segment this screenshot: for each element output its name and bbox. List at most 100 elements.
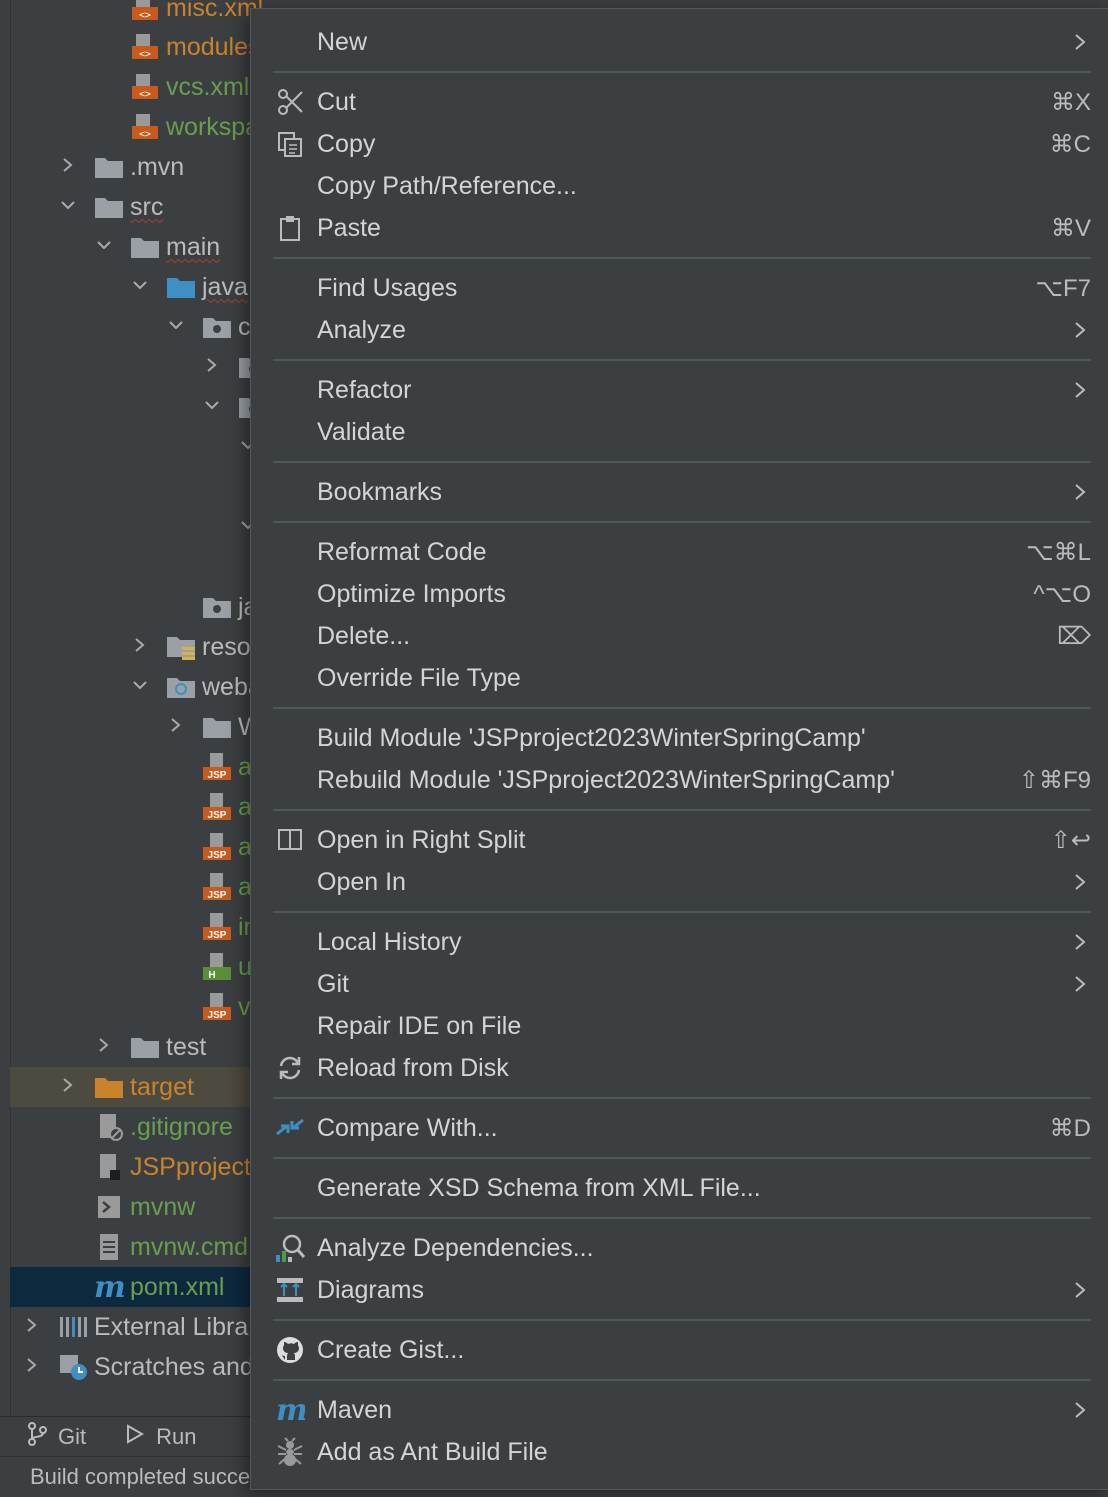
menu-item-generate-xsd[interactable]: Generate XSD Schema from XML File... [251,1167,1108,1209]
menu-item-bookmarks[interactable]: Bookmarks [251,471,1108,513]
tree-row-main[interactable]: main [130,227,220,267]
menu-item-label: Reload from Disk [317,1053,509,1082]
menu-item-rebuild-module[interactable]: Rebuild Module 'JSPproject2023WinterSpri… [251,759,1108,801]
chevron-right-icon[interactable] [25,1318,39,1332]
chevron-down-icon[interactable] [61,198,75,212]
chevron-right-icon[interactable] [61,1078,75,1092]
tree-row-test[interactable]: test [130,1027,206,1067]
menu-item-analyze-dependencies[interactable]: Analyze Dependencies... [251,1227,1108,1269]
tree-row-jsp-file[interactable]: JSP v [202,987,251,1027]
menu-item-create-gist[interactable]: Create Gist... [251,1329,1108,1371]
folder-icon [94,192,124,222]
menu-item-label: Copy [317,129,376,158]
tree-row-html-file[interactable]: H u [202,947,252,987]
play-icon [126,1424,145,1450]
tree-row-jsp-file[interactable]: JSP a [202,867,252,907]
tree-row-iml[interactable]: JSPproject [94,1147,251,1187]
tree-label: java [202,272,248,301]
submenu-arrow-icon [1073,872,1087,892]
chevron-down-icon[interactable] [133,678,147,692]
menu-item-override-file-type[interactable]: Override File Type [251,657,1108,699]
menu-separator [273,809,1091,811]
menu-item-new[interactable]: New [251,21,1108,63]
menu-item-validate[interactable]: Validate [251,411,1108,453]
tree-row-target[interactable]: target [94,1067,194,1107]
chevron-right-icon[interactable] [205,358,219,372]
menu-item-paste[interactable]: Paste ⌘V [251,207,1108,249]
menu-item-reformat-code[interactable]: Reformat Code ⌥⌘L [251,531,1108,573]
submenu-arrow-icon [1073,320,1087,340]
tree-label: JSPproject [130,1152,251,1181]
chevron-down-icon[interactable] [169,318,183,332]
menu-item-label: Reformat Code [317,537,487,566]
menu-item-open-right-split[interactable]: Open in Right Split ⇧↩ [251,819,1108,861]
menu-separator [273,707,1091,709]
tree-row-vcs-xml[interactable]: <> vcs.xml [130,67,249,107]
tree-row-src[interactable]: src [94,187,163,227]
chevron-down-icon[interactable] [133,278,147,292]
menu-item-diagrams[interactable]: Diagrams [251,1269,1108,1311]
tree-row-jsp-file[interactable]: JSP a [202,747,252,787]
git-tool-button[interactable]: Git [26,1422,86,1452]
chevron-right-icon[interactable] [133,638,147,652]
module-file-icon [94,1152,124,1182]
menu-item-cut[interactable]: Cut ⌘X [251,81,1108,123]
menu-item-reload-from-disk[interactable]: Reload from Disk [251,1047,1108,1089]
git-branch-icon [26,1422,48,1452]
menu-separator [273,461,1091,463]
tree-row-mvnw[interactable]: mvnw [94,1187,195,1227]
tree-row-pom-xml[interactable]: m pom.xml [94,1267,224,1307]
tree-row-misc-xml[interactable]: <> misc.xml [130,0,263,28]
menu-item-local-history[interactable]: Local History [251,921,1108,963]
menu-item-find-usages[interactable]: Find Usages ⌥F7 [251,267,1108,309]
chevron-right-icon[interactable] [97,1038,111,1052]
xml-file-icon: <> [130,32,160,62]
menu-item-refactor[interactable]: Refactor [251,369,1108,411]
menu-item-repair-ide[interactable]: Repair IDE on File [251,1005,1108,1047]
menu-item-label: Override File Type [317,663,521,692]
clipboard-icon [275,213,305,243]
svg-text:JSP: JSP [208,930,227,941]
github-icon [275,1335,305,1365]
tree-row-gitignore[interactable]: .gitignore [94,1107,233,1147]
compare-icon [275,1113,305,1143]
menu-separator [273,521,1091,523]
menu-item-delete[interactable]: Delete... ⌦ [251,615,1108,657]
package-icon [202,592,232,622]
submenu-arrow-icon [1073,32,1087,52]
menu-item-open-in[interactable]: Open In [251,861,1108,903]
chevron-down-icon[interactable] [205,398,219,412]
menu-item-git[interactable]: Git [251,963,1108,1005]
menu-item-maven[interactable]: m Maven [251,1389,1108,1431]
menu-item-analyze[interactable]: Analyze [251,309,1108,351]
chevron-down-icon[interactable] [97,238,111,252]
chevron-right-icon[interactable] [169,718,183,732]
chevron-right-icon[interactable] [25,1358,39,1372]
tree-row-jsp-file[interactable]: JSP a [202,787,252,827]
tree-row-jsp-file[interactable]: JSP a [202,827,252,867]
menu-separator [273,1217,1091,1219]
chevron-right-icon[interactable] [61,158,75,172]
shortcut-label: ⌘C [1049,130,1091,158]
menu-separator [273,257,1091,259]
tree-row-mvnw-cmd[interactable]: mvnw.cmd [94,1227,248,1267]
menu-item-copy-path[interactable]: Copy Path/Reference... [251,165,1108,207]
menu-item-label: Compare With... [317,1113,498,1142]
menu-item-compare-with[interactable]: Compare With... ⌘D [251,1107,1108,1149]
tree-row-mvn[interactable]: .mvn [94,147,184,187]
jsp-file-icon: JSP [202,992,232,1022]
tree-row-package-c[interactable]: c [202,307,251,347]
menu-item-optimize-imports[interactable]: Optimize Imports ^⌥O [251,573,1108,615]
menu-item-label: Generate XSD Schema from XML File... [317,1173,761,1202]
menu-item-copy[interactable]: Copy ⌘C [251,123,1108,165]
run-tool-button[interactable]: Run [126,1424,196,1450]
tree-label: v [238,992,251,1021]
menu-item-label: Rebuild Module 'JSPproject2023WinterSpri… [317,765,895,794]
menu-item-build-module[interactable]: Build Module 'JSPproject2023WinterSpring… [251,717,1108,759]
menu-item-add-ant[interactable]: Add as Ant Build File [251,1431,1108,1473]
tree-row-java[interactable]: java [166,267,248,307]
jsp-file-icon: JSP [202,912,232,942]
shortcut-label: ⌥F7 [1035,274,1091,302]
diagram-icon [275,1275,305,1305]
menu-item-label: Open In [317,867,406,896]
